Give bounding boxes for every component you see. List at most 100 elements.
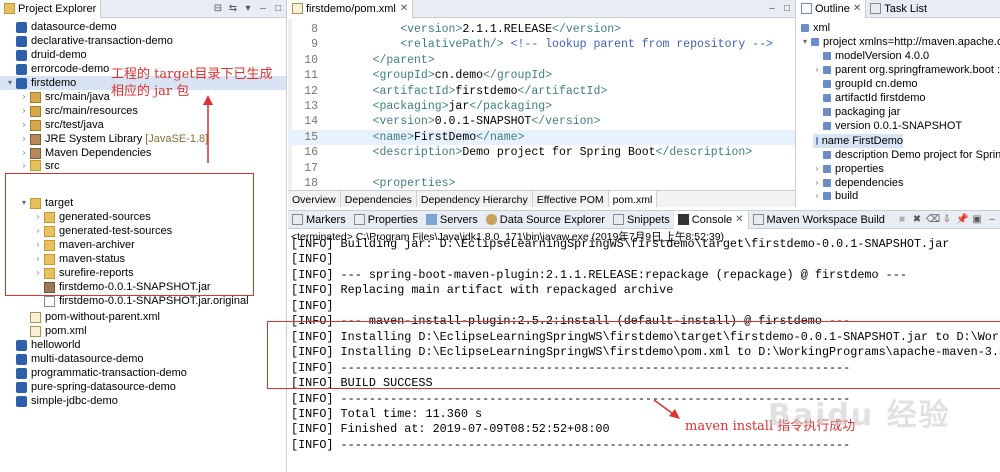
tree-item-library[interactable]: › Maven Dependencies <box>20 146 152 160</box>
minimize-icon[interactable]: – <box>986 214 998 226</box>
tab-pom-xml-source[interactable]: pom.xml <box>608 191 658 207</box>
tree-item-source-folder[interactable]: › src/main/java <box>20 90 110 104</box>
tab-maven-workspace-build[interactable]: Maven Workspace Build <box>749 211 889 229</box>
collapsed-chevron-icon[interactable]: › <box>34 238 42 252</box>
collapsed-chevron-icon[interactable]: › <box>34 252 42 266</box>
tree-item-library[interactable]: › JRE System Library [JavaSE-1.8] <box>20 132 209 146</box>
remove-launch-icon[interactable]: ✖ <box>911 214 923 226</box>
tab-dependency-hierarchy[interactable]: Dependency Hierarchy <box>417 191 533 207</box>
code-area[interactable]: 8 <version>2.1.1.RELEASE</version> 9 <rel… <box>288 19 795 190</box>
tab-properties[interactable]: Properties <box>350 211 422 229</box>
outline-item[interactable]: description Demo project for Sprin <box>813 148 1000 162</box>
outline-item[interactable]: › parent org.springframework.boot : <box>813 63 1000 77</box>
outline-item-selected[interactable]: name FirstDemo <box>813 134 903 148</box>
outline-item[interactable]: xml <box>801 21 830 35</box>
outline-item[interactable]: › properties <box>813 162 884 176</box>
tab-console[interactable]: Console ✕ <box>673 211 749 229</box>
display-console-icon[interactable]: ▣ <box>971 214 983 226</box>
pom-editor-tabs: Overview Dependencies Dependency Hierarc… <box>288 190 795 207</box>
clear-console-icon[interactable]: ⌫ <box>926 214 940 226</box>
collapsed-chevron-icon[interactable]: › <box>34 210 42 224</box>
outline-item[interactable]: groupId cn.demo <box>813 77 918 91</box>
tree-item-folder[interactable]: › maven-archiver <box>34 238 135 252</box>
tab-servers[interactable]: Servers <box>422 211 482 229</box>
maximize-icon[interactable]: □ <box>781 3 793 15</box>
tree-item-folder[interactable]: › src <box>20 160 60 171</box>
outline-item[interactable]: ▾ project xmlns=http://maven.apache.or <box>801 35 1000 49</box>
servers-icon <box>425 214 437 225</box>
tree-item-folder[interactable]: › maven-status <box>34 252 125 266</box>
console-output[interactable]: [INFO] Building jar: D:\EclipseLearningS… <box>288 237 1000 472</box>
expanded-chevron-icon[interactable]: ▾ <box>6 76 14 90</box>
tree-item-xml[interactable]: pom.xml <box>20 324 87 338</box>
outline-item[interactable]: › dependencies <box>813 176 904 190</box>
collapsed-chevron-icon[interactable]: › <box>20 118 28 132</box>
maximize-icon[interactable]: □ <box>272 3 284 15</box>
outline-item[interactable]: › build <box>813 190 859 201</box>
tab-pom-xml[interactable]: firstdemo/pom.xml ✕ <box>288 0 414 18</box>
tree-item-project[interactable]: pure-spring-datasource-demo <box>6 380 176 394</box>
element-icon <box>816 137 818 145</box>
tab-dependencies[interactable]: Dependencies <box>341 191 417 207</box>
terminate-icon[interactable]: ■ <box>896 214 908 226</box>
tab-overview[interactable]: Overview <box>288 191 341 207</box>
tree-item-folder[interactable]: › generated-test-sources <box>34 224 172 238</box>
tree-item-target[interactable]: ▾ target <box>20 196 73 210</box>
tree-item-project[interactable]: multi-datasource-demo <box>6 352 144 366</box>
collapsed-chevron-icon[interactable]: › <box>20 146 28 160</box>
collapsed-chevron-icon[interactable]: › <box>20 160 28 171</box>
tab-data-source-explorer[interactable]: Data Source Explorer <box>482 211 609 229</box>
tree-item-project[interactable]: datasource-demo <box>6 20 117 34</box>
close-icon[interactable]: ✕ <box>735 214 743 225</box>
scroll-lock-icon[interactable]: ⇩ <box>941 214 953 226</box>
collapsed-chevron-icon[interactable]: › <box>20 132 28 146</box>
collapsed-chevron-icon[interactable]: › <box>34 224 42 238</box>
tree-item-project[interactable]: declarative-transaction-demo <box>6 34 173 48</box>
tree-item-project[interactable]: druid-demo <box>6 48 87 62</box>
collapsed-chevron-icon[interactable]: › <box>34 266 42 280</box>
pin-icon[interactable]: 📌 <box>956 214 968 226</box>
expanded-chevron-icon[interactable]: ▾ <box>801 35 809 49</box>
collapsed-chevron-icon[interactable]: › <box>20 90 28 104</box>
code-line: 16 <description>Demo project for Spring … <box>288 145 795 161</box>
tree-item-project[interactable]: errorcode-demo <box>6 62 109 76</box>
outline-item[interactable]: version 0.0.1-SNAPSHOT <box>813 119 962 133</box>
collapsed-chevron-icon[interactable]: › <box>813 190 821 201</box>
tab-task-list[interactable]: Task List <box>866 0 931 18</box>
tab-effective-pom[interactable]: Effective POM <box>533 191 609 207</box>
folder-icon <box>44 225 55 237</box>
tree-item-source-folder[interactable]: › src/main/resources <box>20 104 138 118</box>
tab-snippets[interactable]: Snippets <box>609 211 674 229</box>
link-editor-icon[interactable]: ⇆ <box>227 3 239 15</box>
close-icon[interactable]: ✕ <box>400 3 408 14</box>
code-text: </parent> <box>345 53 435 67</box>
tree-item-folder[interactable]: › surefire-reports <box>34 266 134 280</box>
tab-project-explorer[interactable]: Project Explorer <box>0 0 102 18</box>
collapsed-chevron-icon[interactable]: › <box>813 63 821 77</box>
tab-outline[interactable]: Outline ✕ <box>797 0 867 18</box>
minimize-icon[interactable]: – <box>257 3 269 15</box>
line-number: 8 <box>311 23 318 36</box>
tree-item-source-folder[interactable]: › src/test/java <box>20 118 104 132</box>
collapse-all-icon[interactable]: ⊟ <box>212 3 224 15</box>
close-icon[interactable]: ✕ <box>853 3 861 14</box>
tree-item-folder[interactable]: › generated-sources <box>34 210 151 224</box>
tab-markers[interactable]: Markers <box>288 211 350 229</box>
tree-item-jar[interactable]: firstdemo-0.0.1-SNAPSHOT.jar <box>34 280 211 294</box>
outline-item[interactable]: packaging jar <box>813 105 900 119</box>
view-menu-icon[interactable]: ▾ <box>242 3 254 15</box>
collapsed-chevron-icon[interactable]: › <box>813 176 821 190</box>
tree-item-project[interactable]: programmatic-transaction-demo <box>6 366 187 380</box>
tree-item-file[interactable]: firstdemo-0.0.1-SNAPSHOT.jar.original <box>34 294 249 308</box>
collapsed-chevron-icon[interactable]: › <box>20 104 28 118</box>
jar-file-icon <box>44 281 55 293</box>
tree-item-xml[interactable]: pom-without-parent.xml <box>20 310 160 324</box>
tree-item-project[interactable]: simple-jdbc-demo <box>6 394 118 408</box>
collapsed-chevron-icon[interactable]: › <box>813 162 821 176</box>
expanded-chevron-icon[interactable]: ▾ <box>20 196 28 210</box>
minimize-icon[interactable]: – <box>766 3 778 15</box>
outline-item[interactable]: artifactId firstdemo <box>813 91 925 105</box>
tree-item-project[interactable]: helloworld <box>6 338 81 352</box>
outline-item[interactable]: modelVersion 4.0.0 <box>813 49 929 63</box>
snippets-icon <box>612 214 624 225</box>
